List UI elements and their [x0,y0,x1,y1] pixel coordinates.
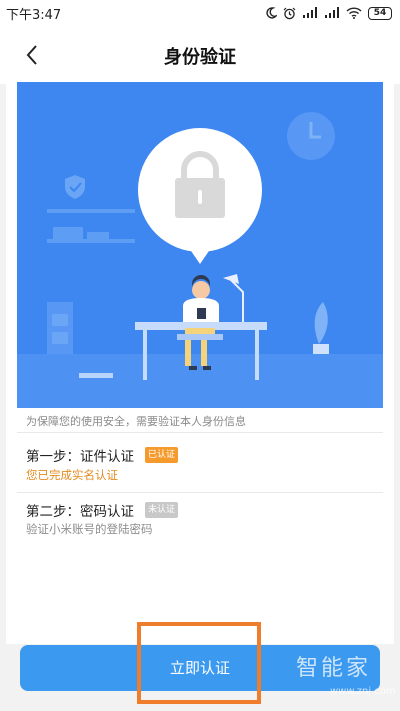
watermark: 智能家 www.znj.com [290,650,398,706]
step-1-description: 您已完成实名认证 [26,468,118,482]
shield-icon [65,175,85,199]
hero-illustration [17,82,383,408]
signal-icon [325,7,339,18]
watermark-url: www.znj.com [330,686,396,697]
status-icons: 54 [265,4,392,22]
divider [17,492,383,493]
step-1-title: 第一步：证件认证 [26,449,134,465]
signal-icon [303,7,317,18]
step-1-status-badge: 已认证 [145,447,179,463]
clock-icon [287,112,335,160]
watermark-logo-text: 智能家 [296,656,372,681]
page-title: 身份验证 [164,47,236,68]
step-2-title: 第二步：密码认证 [26,504,134,520]
status-time: 下午3:47 [6,8,62,23]
nav-bar: 身份验证 [0,26,400,84]
hero-caption: 为保障您的使用安全，需要验证本人身份信息 [26,415,246,428]
battery-icon: 54 [368,6,392,20]
moon-icon [266,7,277,19]
alarm-icon [283,7,296,19]
status-bar: 下午3:47 54 [0,0,400,26]
wifi-icon [346,7,362,19]
divider [17,432,383,433]
step-2-status-badge: 未认证 [145,502,179,518]
step-2-description: 验证小米账号的登陆密码 [26,522,153,536]
